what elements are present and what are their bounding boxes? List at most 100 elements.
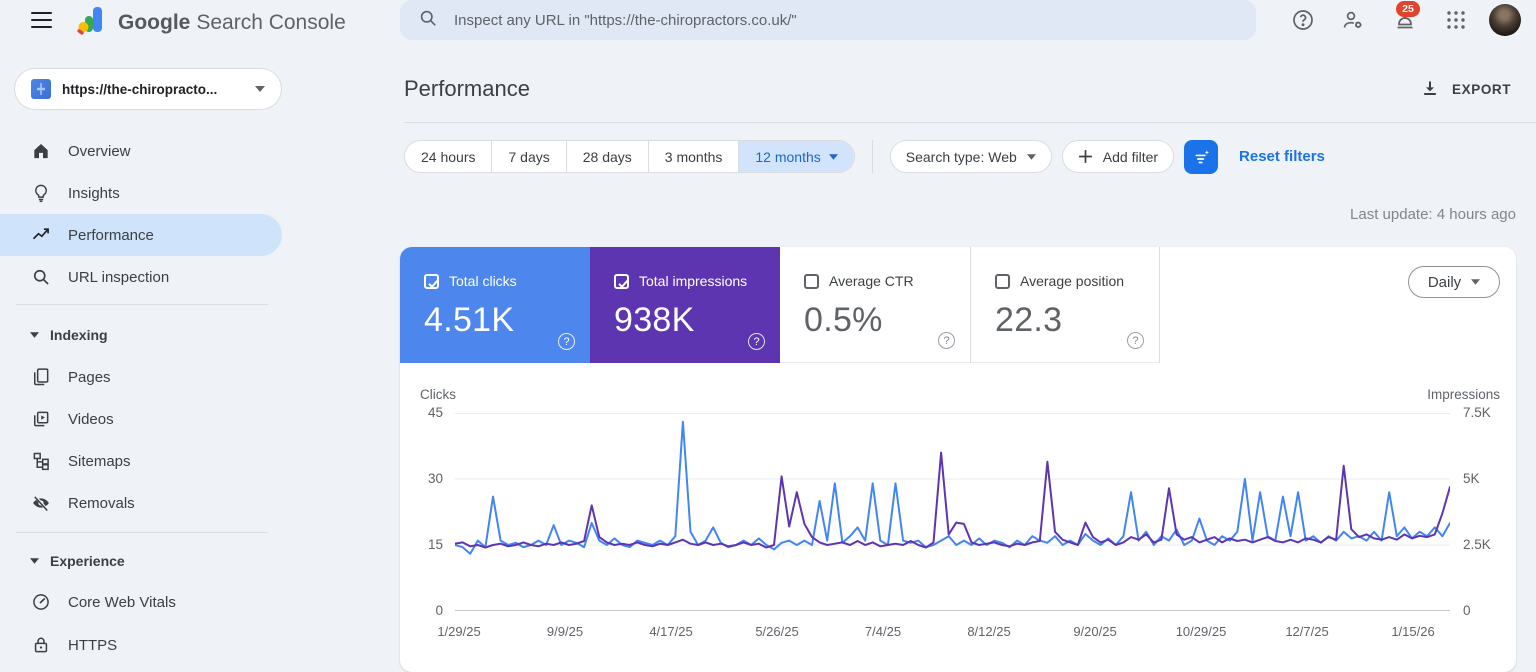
url-inspect-input[interactable]	[454, 11, 1240, 29]
help-icon[interactable]: ?	[1127, 332, 1144, 349]
chevron-down-icon	[30, 558, 39, 564]
sidebar-item-https[interactable]: HTTPS	[0, 624, 282, 666]
right-axis-title: Impressions	[1427, 387, 1500, 402]
checkbox-checked-icon[interactable]	[614, 273, 629, 289]
eye-off-icon	[33, 495, 49, 512]
filter-sparkle-icon	[1195, 149, 1210, 163]
property-label: https://the-chiropracto...	[62, 81, 218, 97]
metric-tile-total-clicks[interactable]: Total clicks 4.51K ?	[400, 247, 590, 363]
tab-28-days[interactable]: 28 days	[565, 141, 648, 172]
search-console-logo-icon	[76, 5, 106, 40]
app-logo: Google Search Console	[76, 5, 346, 40]
pages-icon	[34, 368, 49, 386]
url-inspect-bar	[400, 0, 1256, 40]
last-update-text: Last update: 4 hours ago	[1350, 206, 1516, 223]
section-experience[interactable]: Experience	[0, 545, 282, 577]
sitemap-icon	[33, 452, 49, 471]
checkbox-unchecked-icon[interactable]	[804, 273, 819, 289]
x-axis-label: 4/17/25	[649, 624, 693, 639]
impressions-line	[455, 451, 1450, 549]
y-axis-tick: 15	[427, 537, 443, 552]
y-axis-tick: 2.5K	[1463, 537, 1491, 552]
search-type-dropdown[interactable]: Search type: Web	[889, 140, 1052, 173]
y-axis-tick: 0	[1463, 603, 1471, 618]
checkbox-unchecked-icon[interactable]	[995, 273, 1010, 289]
video-icon	[34, 411, 49, 427]
y-axis-tick: 7.5K	[1463, 405, 1491, 420]
performance-card: Total clicks 4.51K ? Total impressions 9…	[400, 247, 1516, 672]
y-axis-tick: 45	[427, 405, 443, 420]
chevron-down-icon	[1026, 153, 1036, 160]
x-axis-label: 7/4/25	[864, 624, 902, 639]
help-icon[interactable]	[1291, 8, 1315, 32]
y-axis-tick: 0	[435, 603, 443, 618]
reset-filters-link[interactable]: Reset filters	[1239, 148, 1325, 165]
property-selector[interactable]: https://the-chiropracto...	[14, 68, 282, 110]
x-axis-label: 10/29/25	[1175, 624, 1227, 639]
page-title: Performance	[404, 76, 530, 101]
search-icon	[33, 269, 49, 285]
plus-icon	[1078, 150, 1092, 163]
sidebar-item-sitemaps[interactable]: Sitemaps	[0, 440, 282, 482]
left-axis-title: Clicks	[420, 387, 456, 402]
sidebar: https://the-chiropracto... Overview Insi…	[0, 40, 282, 672]
trending-up-icon	[32, 228, 49, 240]
clicks-line	[455, 420, 1450, 555]
top-bar: GoogleSearch Console 25	[0, 0, 1536, 40]
export-button[interactable]: EXPORT	[1420, 79, 1511, 99]
help-icon[interactable]: ?	[748, 333, 765, 350]
home-icon	[34, 144, 48, 159]
avatar[interactable]	[1489, 4, 1521, 36]
granularity-dropdown[interactable]: Daily	[1408, 266, 1500, 298]
x-axis-label: 9/9/25	[546, 624, 584, 639]
metric-tile-total-impressions[interactable]: Total impressions 938K ?	[590, 247, 780, 363]
sidebar-item-url-inspection[interactable]: URL inspection	[0, 256, 282, 298]
sidebar-item-videos[interactable]: Videos	[0, 398, 282, 440]
tab-7-days[interactable]: 7 days	[491, 141, 565, 172]
x-axis-label: 1/15/26	[1391, 624, 1435, 639]
date-range-tabs: 24 hours 7 days 28 days 3 months 12 mont…	[404, 140, 855, 173]
x-axis-label: 1/29/25	[437, 624, 481, 639]
tab-3-months[interactable]: 3 months	[647, 141, 739, 172]
sidebar-item-core-web-vitals[interactable]: Core Web Vitals	[0, 581, 282, 623]
chevron-down-icon	[828, 153, 838, 160]
sidebar-item-overview[interactable]: Overview	[0, 130, 282, 172]
tab-24-hours[interactable]: 24 hours	[405, 141, 491, 172]
checkbox-checked-icon[interactable]	[424, 273, 439, 289]
metric-tile-average-ctr[interactable]: Average CTR 0.5% ?	[780, 247, 970, 363]
add-filter-button[interactable]: Add filter	[1061, 140, 1175, 173]
sidebar-item-removals[interactable]: Removals	[0, 482, 282, 524]
app-title: Google Search Console	[118, 10, 346, 34]
google-search-console-app: GoogleSearch Console 25 https://the-chir…	[0, 0, 1536, 672]
manage-users-icon[interactable]	[1341, 8, 1365, 32]
y-axis-tick: 5K	[1463, 471, 1480, 486]
x-axis-labels: 1/29/25 9/9/25 4/17/25 5/26/25 7/4/25 8/12/25…	[437, 624, 1450, 642]
sidebar-item-insights[interactable]: Insights	[0, 172, 282, 214]
divider	[16, 532, 268, 533]
tab-12-months[interactable]: 12 months	[738, 141, 854, 172]
search-icon	[418, 8, 438, 33]
sidebar-item-performance[interactable]: Performance	[0, 214, 282, 256]
chevron-down-icon	[255, 86, 265, 92]
property-favicon	[31, 79, 51, 99]
x-axis-label: 9/20/25	[1073, 624, 1117, 639]
divider	[871, 140, 873, 173]
section-indexing[interactable]: Indexing	[0, 319, 282, 351]
metric-tile-average-position[interactable]: Average position 22.3 ?	[970, 247, 1160, 363]
help-icon[interactable]: ?	[558, 333, 575, 350]
chevron-down-icon	[1471, 279, 1481, 285]
notification-count-badge: 25	[1396, 1, 1420, 17]
compare-filter-button[interactable]	[1184, 139, 1219, 174]
speedometer-icon	[33, 594, 49, 610]
menu-icon[interactable]	[31, 12, 52, 28]
y-axis-tick: 30	[427, 471, 443, 486]
x-axis-label: 5/26/25	[755, 624, 799, 639]
download-icon	[1424, 81, 1436, 95]
lightbulb-icon	[35, 184, 47, 203]
chevron-down-icon	[30, 332, 39, 338]
sidebar-item-pages[interactable]: Pages	[0, 356, 282, 398]
lock-icon	[34, 637, 48, 653]
apps-grid-icon[interactable]	[1444, 8, 1468, 32]
help-icon[interactable]: ?	[938, 332, 955, 349]
divider	[404, 122, 1536, 123]
